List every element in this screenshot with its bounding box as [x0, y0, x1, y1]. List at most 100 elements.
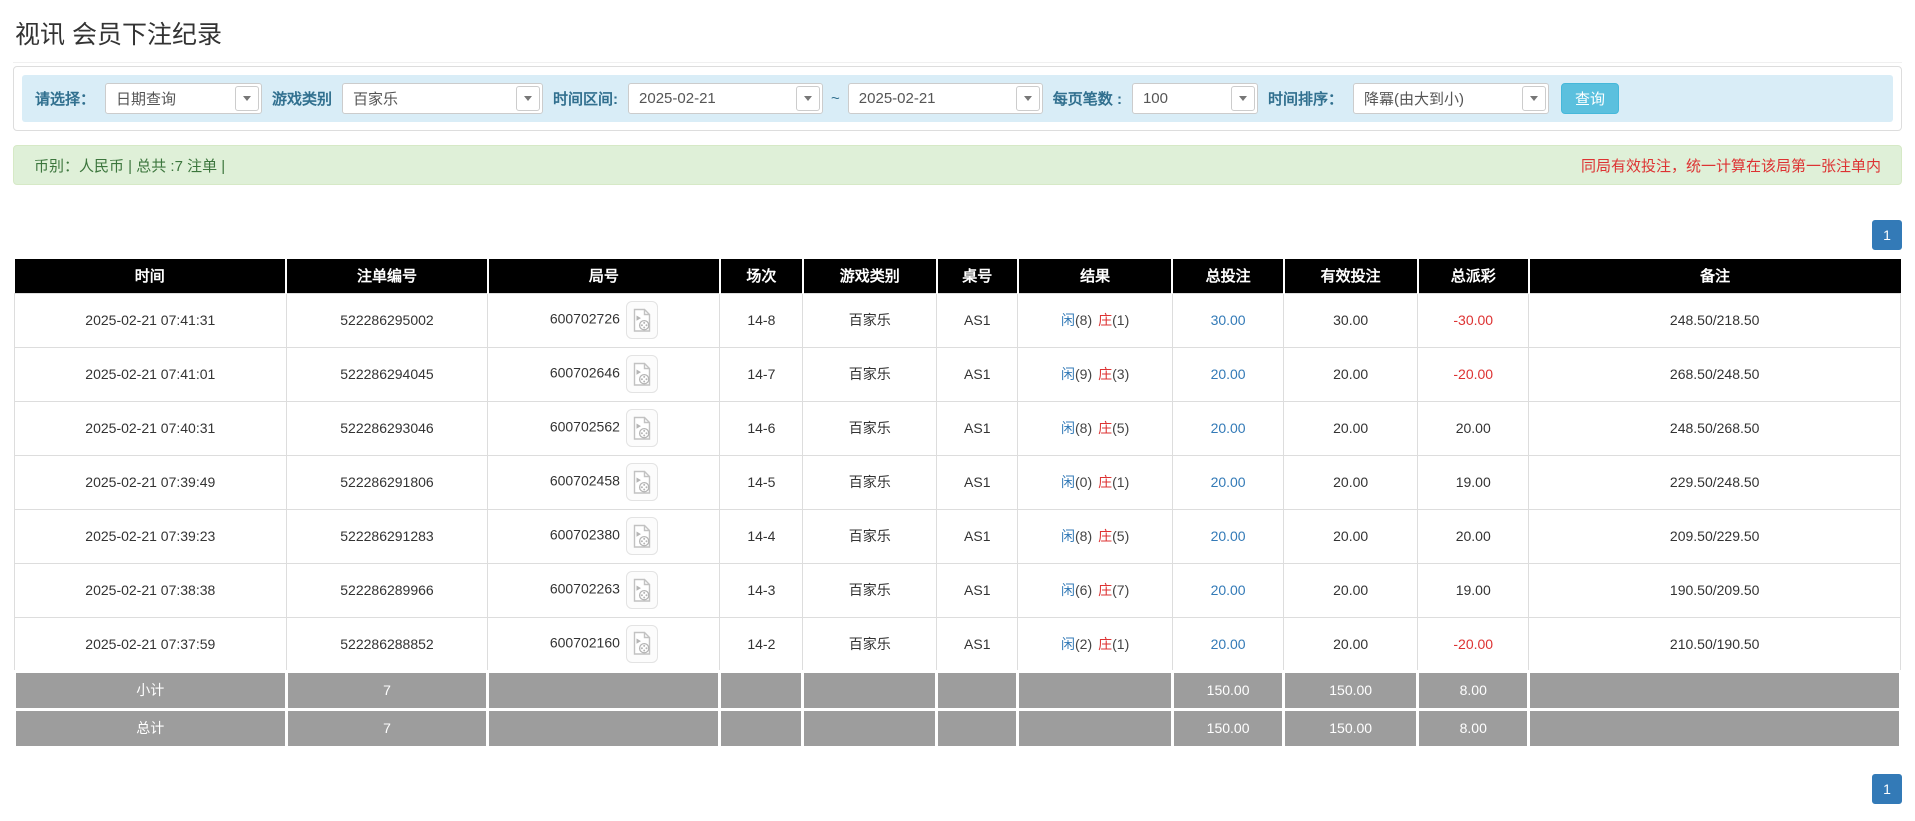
cell-payout: -20.00 [1417, 346, 1530, 402]
total-empty-cell [486, 707, 722, 749]
cell-game-type: 百家乐 [802, 292, 938, 348]
video-replay-button[interactable] [625, 517, 658, 555]
total-count: 7 [284, 707, 490, 749]
video-replay-button[interactable] [625, 571, 658, 609]
cell-bet-id: 522286294045 [285, 346, 489, 402]
cell-total-bet: 20.00 [1171, 508, 1285, 564]
date-from-dropdown[interactable]: 2025-02-21 [628, 83, 824, 114]
query-type-dropdown[interactable]: 日期查询 [105, 83, 263, 114]
chevron-down-icon[interactable] [235, 86, 260, 111]
cell-valid-bet: 20.00 [1283, 454, 1419, 510]
pagination-page-button[interactable]: 1 [1872, 773, 1902, 804]
table-header: 时间 注单编号 局号 场次 游戏类别 桌号 结果 总投注 有效投注 总派彩 备注 [14, 259, 1901, 293]
cell-result: 闲(2) 庄(1) [1017, 616, 1173, 672]
time-sort-dropdown[interactable]: 降冪(由大到小) [1352, 83, 1549, 114]
subtotal-empty-cell [1527, 669, 1902, 711]
total-bet-link[interactable]: 30.00 [1211, 312, 1246, 328]
search-button[interactable]: 查询 [1560, 83, 1619, 114]
column-header-payout: 总派彩 [1417, 259, 1530, 293]
page-size-value: 100 [1142, 90, 1168, 107]
total-valid-bet: 150.00 [1282, 707, 1420, 749]
cell-payout: -20.00 [1417, 616, 1530, 672]
total-bet-link[interactable]: 20.00 [1211, 528, 1246, 544]
result-player-label: 闲 [1061, 582, 1075, 598]
cell-session: 14-2 [719, 616, 804, 672]
cell-game-type: 百家乐 [802, 508, 938, 564]
date-range-separator: ~ [831, 90, 840, 107]
table-row: 2025-02-21 07:41:31 522286295002 6007027… [14, 292, 1901, 348]
cell-payout: 20.00 [1417, 508, 1530, 564]
result-player-score: (8) [1075, 528, 1093, 544]
video-replay-button[interactable] [625, 463, 658, 501]
column-header-remark: 备注 [1528, 259, 1901, 293]
game-type-dropdown[interactable]: 百家乐 [342, 83, 544, 114]
total-bet-link[interactable]: 20.00 [1211, 582, 1246, 598]
result-player-label: 闲 [1061, 474, 1075, 490]
result-player-score: (2) [1075, 635, 1093, 652]
cell-round: 600702646 [487, 346, 721, 402]
caret-icon [1529, 96, 1538, 101]
result-player-label: 闲 [1061, 366, 1075, 382]
cell-session: 14-4 [719, 508, 804, 564]
date-from-value: 2025-02-21 [639, 90, 716, 107]
date-to-dropdown[interactable]: 2025-02-21 [847, 83, 1043, 114]
cell-total-bet: 20.00 [1171, 562, 1285, 618]
cell-table-no: AS1 [936, 454, 1019, 510]
video-replay-button[interactable] [625, 301, 658, 339]
cell-valid-bet: 20.00 [1283, 508, 1419, 564]
table-row: 2025-02-21 07:39:49 522286291806 6007024… [14, 454, 1901, 510]
cell-result: 闲(8) 庄(5) [1017, 508, 1173, 564]
cell-payout: 19.00 [1417, 454, 1530, 510]
video-replay-button[interactable] [625, 409, 658, 447]
result-banker-score: (3) [1112, 366, 1130, 382]
total-bet-link[interactable]: 20.00 [1211, 420, 1246, 436]
video-replay-button[interactable] [625, 355, 658, 393]
cell-table-no: AS1 [936, 616, 1019, 672]
total-payout: 8.00 [1416, 707, 1531, 749]
video-replay-button[interactable] [625, 624, 658, 663]
total-bet-link[interactable]: 20.00 [1211, 366, 1246, 382]
pagination-page-button[interactable]: 1 [1872, 220, 1902, 250]
round-number: 600702726 [549, 310, 620, 327]
table-row: 2025-02-21 07:39:23 522286291283 6007023… [14, 508, 1901, 564]
column-header-game-type: 游戏类别 [802, 259, 938, 293]
game-type-value: 百家乐 [353, 91, 399, 108]
total-total-bet: 150.00 [1170, 707, 1286, 749]
cell-table-no: AS1 [936, 400, 1019, 456]
chevron-down-icon[interactable] [1015, 86, 1040, 111]
cell-remark: 229.50/248.50 [1528, 454, 1901, 510]
result-player-label: 闲 [1061, 635, 1075, 652]
game-type-label: 游戏类别 [272, 91, 333, 108]
result-banker-label: 庄 [1098, 635, 1113, 652]
cell-total-bet: 20.00 [1171, 400, 1285, 456]
chevron-down-icon[interactable] [516, 86, 541, 111]
cell-result: 闲(8) 庄(1) [1017, 292, 1173, 348]
cell-round: 600702160 [487, 616, 721, 672]
cell-session: 14-3 [719, 562, 804, 618]
round-number: 600702646 [549, 364, 620, 381]
round-number: 600702458 [549, 472, 620, 489]
cell-remark: 209.50/229.50 [1528, 508, 1901, 564]
chevron-down-icon[interactable] [1521, 86, 1546, 111]
query-type-label: 请选择： [35, 91, 96, 108]
pagination-top: 1 [13, 220, 1902, 250]
total-bet-link[interactable]: 20.00 [1211, 636, 1246, 652]
cell-session: 14-5 [719, 454, 804, 510]
chevron-down-icon[interactable] [796, 86, 821, 111]
chevron-down-icon[interactable] [1230, 86, 1255, 111]
cell-round: 600702263 [487, 562, 721, 618]
column-header-round: 局号 [487, 259, 721, 293]
cell-time: 2025-02-21 07:38:38 [14, 562, 287, 618]
cell-total-bet: 20.00 [1171, 346, 1285, 402]
cell-payout: 19.00 [1417, 562, 1530, 618]
cell-result: 闲(8) 庄(5) [1017, 400, 1173, 456]
caret-icon [243, 96, 252, 101]
page-size-dropdown[interactable]: 100 [1131, 83, 1258, 114]
result-banker-score: (1) [1112, 635, 1130, 652]
cell-game-type: 百家乐 [802, 346, 938, 402]
cell-result: 闲(9) 庄(3) [1017, 346, 1173, 402]
result-player-label: 闲 [1061, 420, 1075, 436]
result-banker-score: (7) [1112, 582, 1130, 598]
cell-payout: -30.00 [1417, 292, 1530, 348]
total-bet-link[interactable]: 20.00 [1211, 474, 1246, 490]
